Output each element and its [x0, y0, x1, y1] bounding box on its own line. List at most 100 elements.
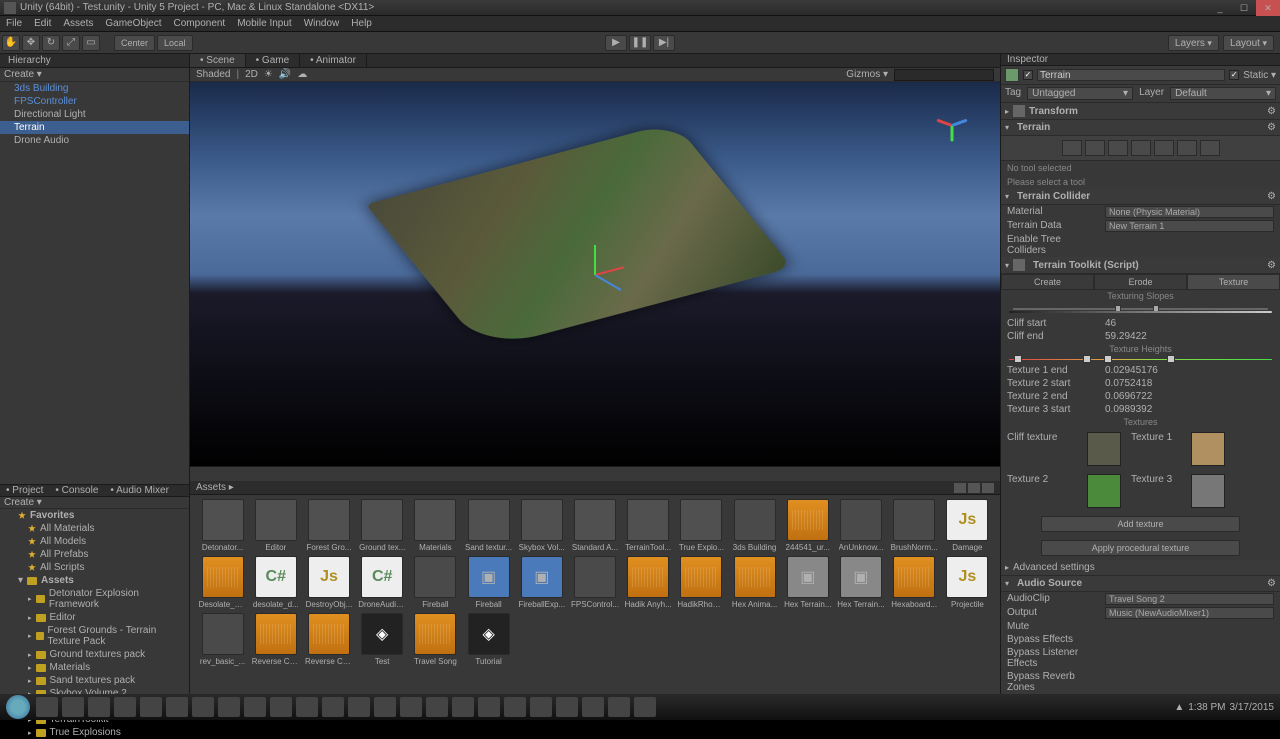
- audioclip-field[interactable]: Travel Song 2: [1105, 593, 1274, 605]
- menu-file[interactable]: File: [0, 18, 28, 29]
- menu-window[interactable]: Window: [298, 18, 346, 29]
- texture-swatch[interactable]: [1087, 432, 1121, 466]
- maximize-button[interactable]: ☐: [1232, 0, 1256, 16]
- menu-help[interactable]: Help: [345, 18, 378, 29]
- asset-item[interactable]: 244541_ur...: [783, 499, 832, 552]
- folder-item[interactable]: ▸True Explosions: [0, 726, 189, 739]
- asset-item[interactable]: True Explo...: [677, 499, 726, 552]
- asset-item[interactable]: Hexaboard...: [890, 556, 939, 609]
- tab-animator[interactable]: • Animator: [300, 54, 367, 67]
- asset-item[interactable]: Hex Anima...: [730, 556, 779, 609]
- close-button[interactable]: ✕: [1256, 0, 1280, 16]
- static-checkbox[interactable]: [1229, 70, 1239, 80]
- tab-console[interactable]: • Console: [49, 485, 104, 496]
- taskbar-app-icon[interactable]: [244, 697, 266, 717]
- shading-dropdown[interactable]: Shaded: [196, 69, 230, 80]
- search-icon[interactable]: [954, 483, 966, 493]
- asset-item[interactable]: HadikRhom...: [677, 556, 726, 609]
- terrain-trees-button[interactable]: [1154, 140, 1174, 156]
- asset-item[interactable]: FPSControl...: [570, 556, 619, 609]
- asset-item[interactable]: Hadik Anyh...: [624, 556, 673, 609]
- terrain-height-button[interactable]: [1085, 140, 1105, 156]
- hierarchy-item[interactable]: 3ds Building: [0, 82, 189, 95]
- height-gradient-slider[interactable]: [1009, 359, 1272, 360]
- asset-item[interactable]: Reverse Ch...: [304, 613, 353, 666]
- asset-item[interactable]: Reverse Ch...: [251, 613, 300, 666]
- asset-item[interactable]: Travel Song: [411, 613, 460, 666]
- asset-item[interactable]: 3ds Building: [730, 499, 779, 552]
- taskbar-app-icon[interactable]: [634, 697, 656, 717]
- rotate-tool-button[interactable]: ↻: [42, 35, 60, 51]
- folder-item[interactable]: ▸Detonator Explosion Framework: [0, 587, 189, 611]
- add-texture-button[interactable]: Add texture: [1041, 516, 1240, 532]
- breadcrumb[interactable]: Assets ▸: [196, 482, 234, 493]
- scene-search-input[interactable]: [894, 69, 994, 81]
- menu-gameobject[interactable]: GameObject: [99, 18, 167, 29]
- asset-item[interactable]: C#desolate_d...: [251, 556, 300, 609]
- asset-item[interactable]: Materials: [411, 499, 460, 552]
- slope-slider[interactable]: [1013, 304, 1268, 305]
- taskbar-app-icon[interactable]: [62, 697, 84, 717]
- audio-source-header[interactable]: ▾ Audio Source⚙: [1001, 576, 1280, 592]
- pause-button[interactable]: ❚❚: [629, 35, 651, 51]
- taskbar-app-icon[interactable]: [400, 697, 422, 717]
- asset-item[interactable]: rev_basic_...: [198, 613, 247, 666]
- favorites-header[interactable]: Favorites: [0, 509, 189, 522]
- terrain-toolkit-header[interactable]: ▾ Terrain Toolkit (Script)⚙: [1001, 257, 1280, 274]
- scale-tool-button[interactable]: ⤢: [62, 35, 80, 51]
- taskbar-app-icon[interactable]: [218, 697, 240, 717]
- hierarchy-item[interactable]: FPSController: [0, 95, 189, 108]
- toolkit-tab-erode[interactable]: Erode: [1094, 274, 1187, 290]
- orientation-gizmo[interactable]: [930, 102, 980, 152]
- asset-item[interactable]: ▣Fireball: [464, 556, 513, 609]
- folder-item[interactable]: ▸Materials: [0, 661, 189, 674]
- start-button[interactable]: [6, 695, 30, 719]
- hierarchy-tab[interactable]: Hierarchy: [4, 55, 55, 66]
- asset-item[interactable]: AnUnknow...: [836, 499, 885, 552]
- hierarchy-item[interactable]: Terrain: [0, 121, 189, 134]
- texture-swatch[interactable]: [1087, 474, 1121, 508]
- asset-item[interactable]: JsDestroyObj...: [304, 556, 353, 609]
- taskbar-app-icon[interactable]: [426, 697, 448, 717]
- taskbar-app-icon[interactable]: [504, 697, 526, 717]
- terrain-details-button[interactable]: [1177, 140, 1197, 156]
- taskbar-app-icon[interactable]: [88, 697, 110, 717]
- taskbar-app-icon[interactable]: [374, 697, 396, 717]
- project-create-dropdown[interactable]: Create ▾: [4, 497, 42, 508]
- minimize-button[interactable]: _: [1208, 0, 1232, 16]
- favorite-item[interactable]: All Models: [0, 535, 189, 548]
- taskbar-app-icon[interactable]: [582, 697, 604, 717]
- asset-item[interactable]: Forest Gro...: [304, 499, 353, 552]
- menu-assets[interactable]: Assets: [57, 18, 99, 29]
- assets-header[interactable]: ▾Assets: [0, 574, 189, 587]
- taskbar-app-icon[interactable]: [140, 697, 162, 717]
- taskbar-app-icon[interactable]: [348, 697, 370, 717]
- favorite-item[interactable]: All Prefabs: [0, 548, 189, 561]
- asset-item[interactable]: Skybox Vol...: [517, 499, 566, 552]
- material-field[interactable]: None (Physic Material): [1105, 206, 1274, 218]
- asset-item[interactable]: Sand textur...: [464, 499, 513, 552]
- menu-component[interactable]: Component: [168, 18, 232, 29]
- handle-toggle[interactable]: Local: [157, 35, 193, 51]
- asset-item[interactable]: ▣Hex Terrain...: [836, 556, 885, 609]
- taskbar-app-icon[interactable]: [36, 697, 58, 717]
- asset-item[interactable]: Detonator...: [198, 499, 247, 552]
- terrain-smooth-button[interactable]: [1108, 140, 1128, 156]
- lighting-toggle[interactable]: ☀: [264, 69, 273, 80]
- asset-item[interactable]: TerrainTool...: [624, 499, 673, 552]
- asset-item[interactable]: JsDamage: [943, 499, 992, 552]
- asset-item[interactable]: ◈Test: [358, 613, 407, 666]
- favorite-item[interactable]: All Materials: [0, 522, 189, 535]
- terrain-data-field[interactable]: New Terrain 1: [1105, 220, 1274, 232]
- taskbar-app-icon[interactable]: [296, 697, 318, 717]
- tab-game[interactable]: • Game: [246, 54, 301, 67]
- gear-icon[interactable]: ⚙: [1267, 260, 1276, 271]
- taskbar-app-icon[interactable]: [608, 697, 630, 717]
- hierarchy-item[interactable]: Directional Light: [0, 108, 189, 121]
- static-dropdown[interactable]: Static ▾: [1243, 70, 1276, 81]
- terrain-collider-header[interactable]: ▾ Terrain Collider⚙: [1001, 189, 1280, 205]
- asset-item[interactable]: ▣Hex Terrain...: [783, 556, 832, 609]
- step-button[interactable]: ▶|: [653, 35, 675, 51]
- play-button[interactable]: ▶: [605, 35, 627, 51]
- folder-item[interactable]: ▸Sand textures pack: [0, 674, 189, 687]
